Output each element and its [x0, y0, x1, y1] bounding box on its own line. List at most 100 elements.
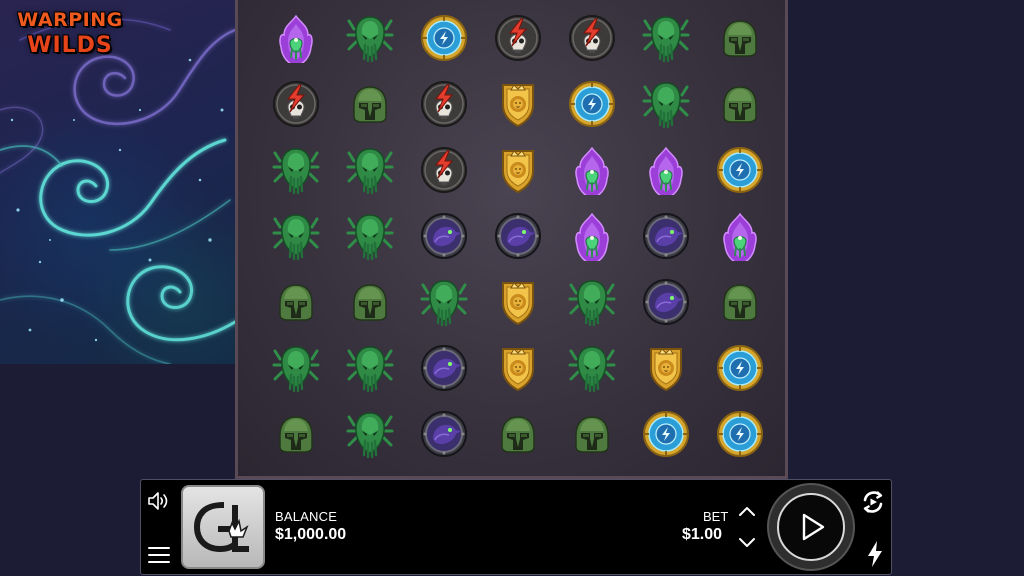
provider-logo-mark [193, 501, 249, 553]
symbol-cell [629, 335, 703, 401]
symbol-cell [555, 71, 629, 137]
green-spider-symbol [272, 148, 320, 195]
symbol-cell [333, 401, 407, 467]
lightning-icon [868, 541, 882, 567]
purple-raven-symbol [643, 279, 689, 325]
red-skull-symbol [273, 81, 319, 127]
green-spider-symbol [272, 214, 320, 261]
symbol-cell [259, 203, 333, 269]
symbol-cell [407, 401, 481, 467]
green-helmet-symbol [723, 86, 757, 123]
green-spider-symbol [346, 16, 394, 63]
menu-button[interactable] [148, 547, 170, 565]
symbol-cell [703, 137, 777, 203]
symbol-cell [333, 269, 407, 335]
green-spider-symbol [272, 346, 320, 393]
sound-toggle-button[interactable] [147, 490, 171, 512]
balance-label: BALANCE [275, 509, 338, 524]
green-helmet-symbol [353, 284, 387, 321]
bet-increase-button[interactable] [737, 504, 757, 520]
hamburger-menu-icon [148, 547, 170, 563]
symbol-cell [555, 137, 629, 203]
blue-rune-symbol [569, 81, 615, 127]
symbol-cell [703, 335, 777, 401]
green-spider-symbol [568, 280, 616, 327]
symbol-cell [259, 269, 333, 335]
symbol-cell [629, 203, 703, 269]
symbol-cell [555, 5, 629, 71]
symbol-cell [407, 335, 481, 401]
symbol-cell [703, 203, 777, 269]
symbol-cell [629, 401, 703, 467]
purple-raven-symbol [421, 213, 467, 259]
red-skull-symbol [421, 81, 467, 127]
green-spider-symbol [346, 214, 394, 261]
spin-button-face [777, 493, 845, 561]
green-spider-symbol [346, 346, 394, 393]
red-skull-symbol [569, 15, 615, 61]
red-skull-symbol [421, 147, 467, 193]
play-icon [802, 513, 825, 541]
green-helmet-symbol [723, 20, 757, 57]
turbo-button[interactable] [865, 540, 885, 568]
red-skull-symbol [495, 15, 541, 61]
symbol-cell [481, 137, 555, 203]
bet-value: $1.00 [682, 526, 723, 543]
autoplay-button[interactable] [859, 488, 887, 516]
chevron-down-icon [739, 538, 755, 547]
green-spider-symbol [642, 82, 690, 129]
symbol-cell [481, 203, 555, 269]
symbol-cell [259, 5, 333, 71]
autoplay-icon [863, 491, 883, 513]
symbol-cell [407, 137, 481, 203]
speaker-icon [148, 492, 168, 510]
symbol-cell [407, 203, 481, 269]
symbol-cell [481, 335, 555, 401]
symbol-cell [703, 269, 777, 335]
symbol-cell [259, 401, 333, 467]
green-helmet-symbol [353, 86, 387, 123]
symbol-cell [629, 269, 703, 335]
spin-button[interactable] [767, 483, 855, 571]
purple-raven-symbol [421, 345, 467, 391]
gold-lion-shield-symbol [650, 348, 682, 392]
symbol-cell [703, 401, 777, 467]
symbol-cell [703, 5, 777, 71]
wild-crystal-symbol [649, 146, 683, 195]
green-spider-symbol [346, 412, 394, 459]
green-helmet-symbol [723, 284, 757, 321]
symbol-cell [703, 71, 777, 137]
blue-rune-symbol [421, 15, 467, 61]
symbol-cell [333, 5, 407, 71]
symbol-cell [259, 71, 333, 137]
blue-rune-symbol [717, 411, 763, 457]
game-logo-line2: WILDS [27, 33, 113, 58]
game-art-panel: WARPING WILDS [0, 0, 235, 364]
purple-raven-symbol [495, 213, 541, 259]
green-helmet-symbol [279, 416, 313, 453]
bet-decrease-button[interactable] [737, 534, 757, 550]
symbol-cell [629, 71, 703, 137]
symbol-cell [333, 203, 407, 269]
wild-crystal-symbol [575, 212, 609, 261]
gold-lion-shield-symbol [502, 84, 534, 128]
green-spider-symbol [420, 280, 468, 327]
green-spider-symbol [642, 16, 690, 63]
symbol-cell [407, 5, 481, 71]
gold-lion-shield-symbol [502, 282, 534, 326]
green-spider-symbol [568, 346, 616, 393]
gold-lion-shield-symbol [502, 150, 534, 194]
green-helmet-symbol [575, 416, 609, 453]
symbol-grid [259, 5, 777, 467]
purple-raven-symbol [421, 411, 467, 457]
green-helmet-symbol [279, 284, 313, 321]
symbol-cell [407, 71, 481, 137]
symbol-cell [629, 137, 703, 203]
green-spider-symbol [346, 148, 394, 195]
blue-rune-symbol [717, 147, 763, 193]
green-helmet-symbol [501, 416, 535, 453]
symbol-cell [259, 137, 333, 203]
symbol-cell [629, 5, 703, 71]
symbol-cell [481, 401, 555, 467]
symbol-cell [555, 269, 629, 335]
